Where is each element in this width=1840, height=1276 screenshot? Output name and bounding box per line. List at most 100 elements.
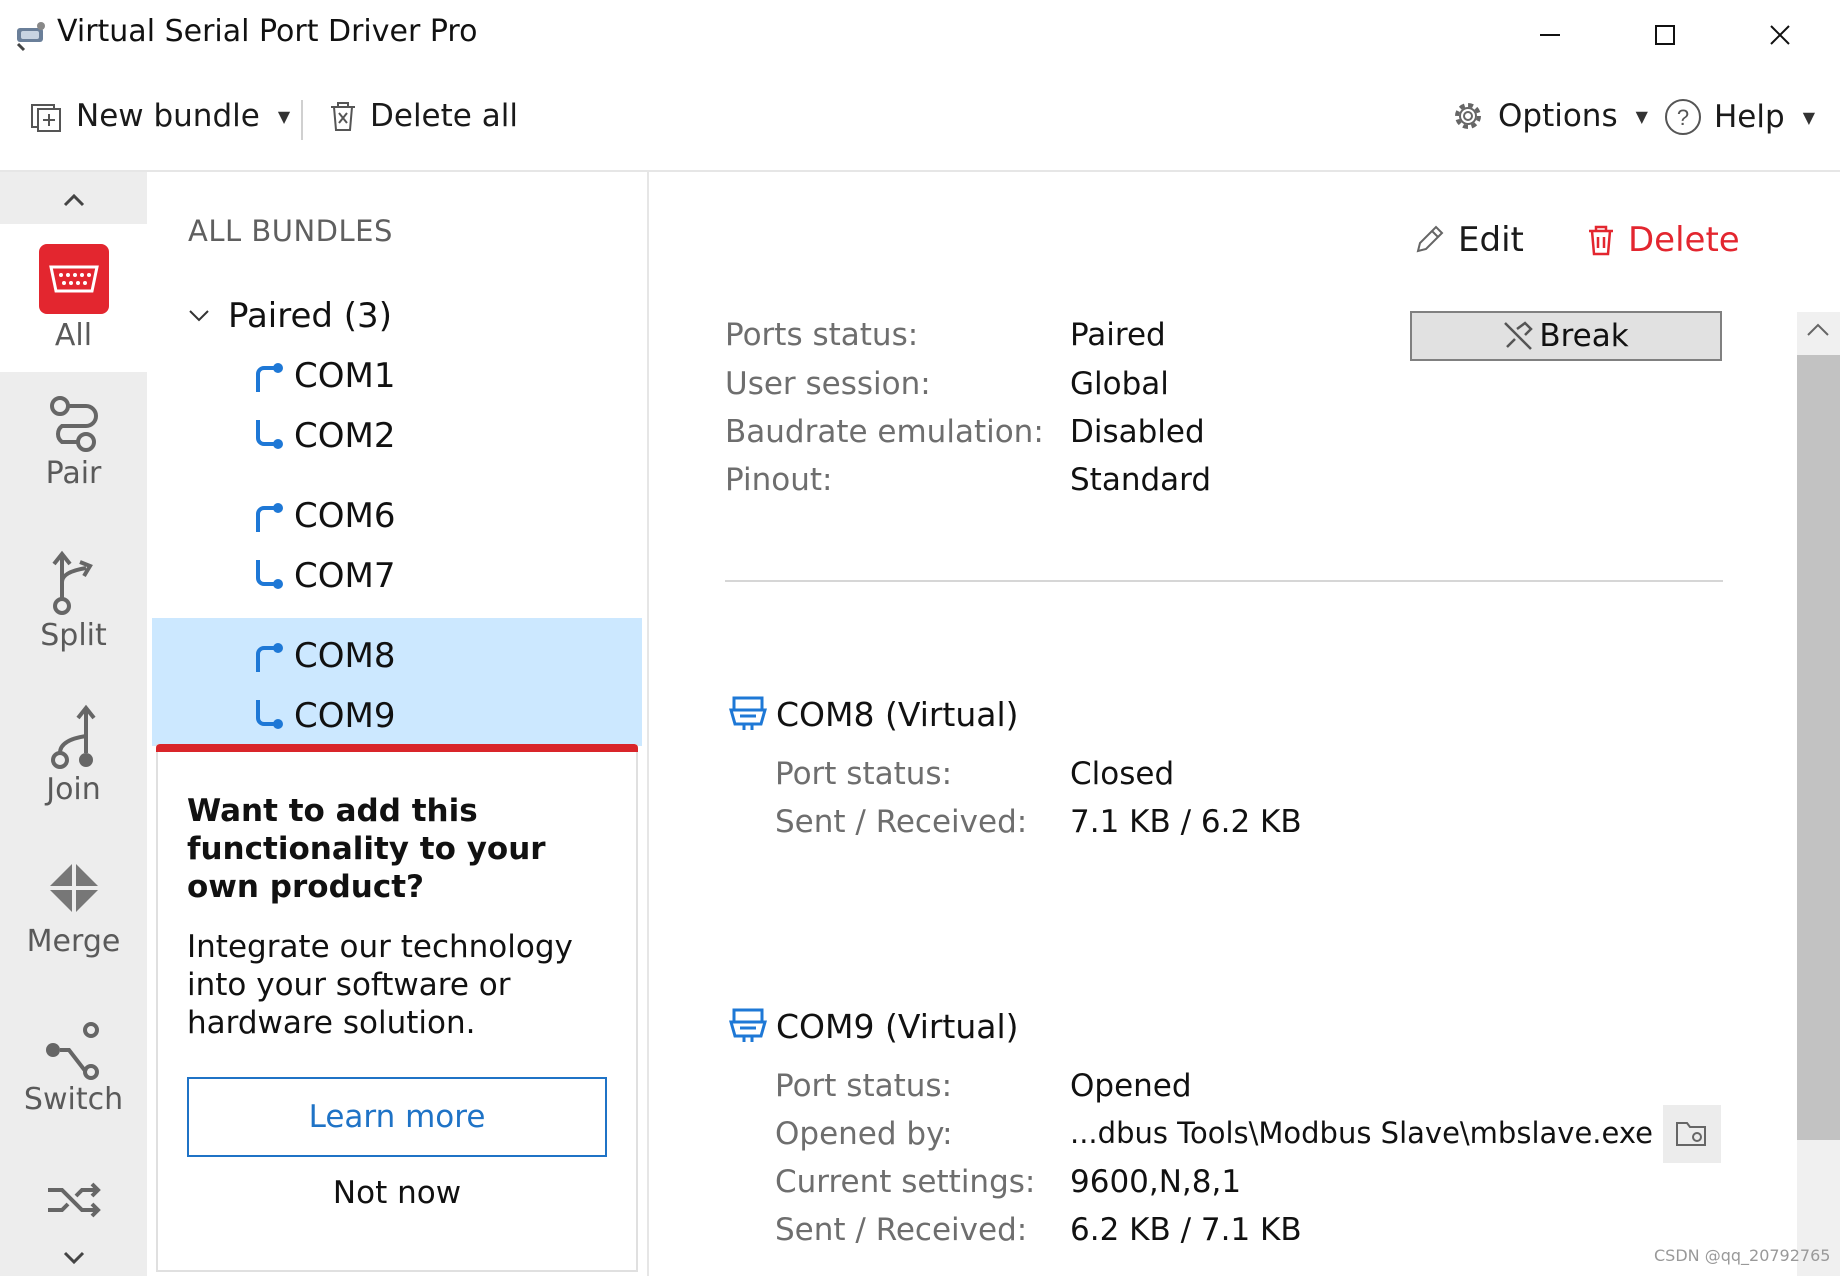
selected-bundle-highlight — [152, 618, 642, 746]
pair-icon — [49, 396, 98, 452]
not-now-button[interactable]: Not now — [187, 1175, 607, 1211]
promo-body: Integrate our technology into your softw… — [187, 929, 573, 1041]
left-nav: All Pair Split Join Merge Switch — [0, 172, 147, 1276]
nav-item-label: Join — [46, 772, 101, 807]
port-item-com6[interactable]: COM6 — [252, 496, 395, 536]
help-label: Help — [1714, 99, 1785, 135]
nav-item-all[interactable]: All — [0, 224, 147, 372]
port-b-traffic-label: Sent / Received: — [775, 1212, 1028, 1248]
nav-item-label: Pair — [45, 456, 102, 491]
new-bundle-button[interactable]: New bundle ▼ — [30, 98, 290, 134]
port-b-opened-by-label: Opened by: — [775, 1116, 953, 1152]
ports-status-value: Paired — [1070, 317, 1166, 353]
port-item-com2[interactable]: COM2 — [252, 416, 395, 456]
delete-button[interactable]: Delete — [1586, 220, 1740, 260]
maximize-icon — [1655, 25, 1675, 45]
chevron-up-icon — [1807, 323, 1829, 336]
help-icon: ? — [1665, 99, 1701, 135]
port-label: COM9 — [294, 696, 396, 736]
nav-item-switch[interactable]: Switch — [0, 1020, 147, 1155]
trash-icon — [331, 102, 355, 131]
scroll-up-button[interactable] — [1806, 322, 1830, 342]
port-a-traffic-value: 7.1 KB / 6.2 KB — [1070, 804, 1302, 840]
port-b-settings-value: 9600,N,8,1 — [1070, 1164, 1242, 1200]
scrollbar-thumb[interactable] — [1797, 355, 1840, 1140]
learn-more-button[interactable]: Learn more — [187, 1077, 607, 1157]
nav-item-label: Merge — [26, 924, 121, 959]
user-session-label: User session: — [725, 366, 931, 402]
folder-icon — [1676, 1122, 1706, 1146]
maximize-button[interactable] — [1630, 10, 1700, 60]
port-b-status-value: Opened — [1070, 1068, 1192, 1104]
open-location-button[interactable] — [1663, 1105, 1721, 1163]
nav-item-label: Split — [40, 618, 107, 653]
pencil-icon — [1416, 225, 1444, 253]
window-title: Virtual Serial Port Driver Pro — [57, 14, 478, 49]
port-item-com9[interactable]: COM9 — [252, 696, 395, 736]
chevron-down-icon: ▼ — [1802, 107, 1815, 127]
edit-button[interactable]: Edit — [1412, 220, 1524, 260]
nav-scroll-up-button[interactable] — [0, 180, 147, 220]
port-out-icon — [256, 503, 283, 532]
port-b-traffic-value: 6.2 KB / 7.1 KB — [1070, 1212, 1302, 1248]
new-bundle-label: New bundle — [76, 98, 260, 134]
close-button[interactable] — [1745, 10, 1815, 60]
port-b-opened-by-value: ...dbus Tools\Modbus Slave\mbslave.exe — [1070, 1116, 1653, 1150]
watermark: CSDN @qq_20792765 — [1654, 1246, 1831, 1265]
toolbar-divider — [0, 170, 1840, 172]
port-a-status-label: Port status: — [775, 756, 953, 792]
title-bar: Virtual Serial Port Driver Pro — [0, 0, 1840, 70]
switch-icon — [45, 1022, 99, 1080]
baudrate-emulation-value: Disabled — [1070, 414, 1205, 450]
group-label: Paired (3) — [228, 296, 392, 336]
chevron-down-icon — [189, 310, 209, 322]
nav-item-pair[interactable]: Pair — [0, 394, 147, 529]
serial-port-icon — [38, 243, 109, 314]
port-a-status-value: Closed — [1070, 756, 1175, 792]
trash-icon — [1589, 225, 1613, 256]
promo-accent-bar — [156, 744, 638, 752]
break-button[interactable]: Break — [1410, 311, 1722, 361]
port-a-traffic-label: Sent / Received: — [775, 804, 1028, 840]
chevron-up-icon — [63, 193, 84, 207]
promo-title: Want to add this functionality to your o… — [187, 793, 546, 905]
port-in-icon — [256, 700, 283, 729]
split-icon — [51, 550, 93, 615]
help-button[interactable]: ? Help ▼ — [1664, 98, 1815, 136]
chevron-down-icon: ▼ — [1635, 106, 1648, 126]
port-b-status-label: Port status: — [775, 1068, 953, 1104]
nav-scroll-down-button[interactable] — [0, 1244, 147, 1272]
group-paired[interactable]: Paired (3) — [188, 296, 392, 336]
serial-port-app-icon — [14, 18, 48, 56]
break-label: Break — [1539, 318, 1629, 354]
port-in-icon — [256, 420, 283, 449]
delete-all-button[interactable]: Delete all — [328, 98, 518, 134]
svg-text:?: ? — [1677, 105, 1689, 130]
join-icon — [50, 704, 96, 769]
broken-link-icon — [1504, 321, 1534, 350]
port-label: COM2 — [294, 416, 396, 456]
minimize-button[interactable] — [1515, 10, 1585, 60]
nav-item-split[interactable]: Split — [0, 550, 147, 685]
port-out-icon — [256, 643, 283, 672]
nav-item-more[interactable] — [0, 1182, 147, 1242]
nav-item-label: All — [54, 317, 93, 353]
close-icon — [1770, 25, 1790, 45]
nav-item-merge[interactable]: Merge — [0, 860, 147, 995]
port-in-icon — [256, 560, 283, 589]
port-item-com7[interactable]: COM7 — [252, 556, 395, 596]
bundles-header: ALL BUNDLES — [188, 214, 393, 248]
edit-label: Edit — [1458, 220, 1524, 260]
toolbar-separator — [301, 100, 303, 140]
chevron-down-icon — [63, 1251, 84, 1265]
nav-item-join[interactable]: Join — [0, 704, 147, 839]
serial-port-icon — [729, 1008, 767, 1042]
pinout-label: Pinout: — [725, 462, 833, 498]
delete-label: Delete — [1628, 220, 1740, 260]
shuffle-icon — [47, 1182, 101, 1218]
port-item-com8[interactable]: COM8 — [252, 636, 395, 676]
options-button[interactable]: Options ▼ — [1450, 98, 1648, 134]
minimize-icon — [1540, 34, 1560, 36]
port-label: COM6 — [294, 496, 396, 536]
port-item-com1[interactable]: COM1 — [252, 356, 395, 396]
